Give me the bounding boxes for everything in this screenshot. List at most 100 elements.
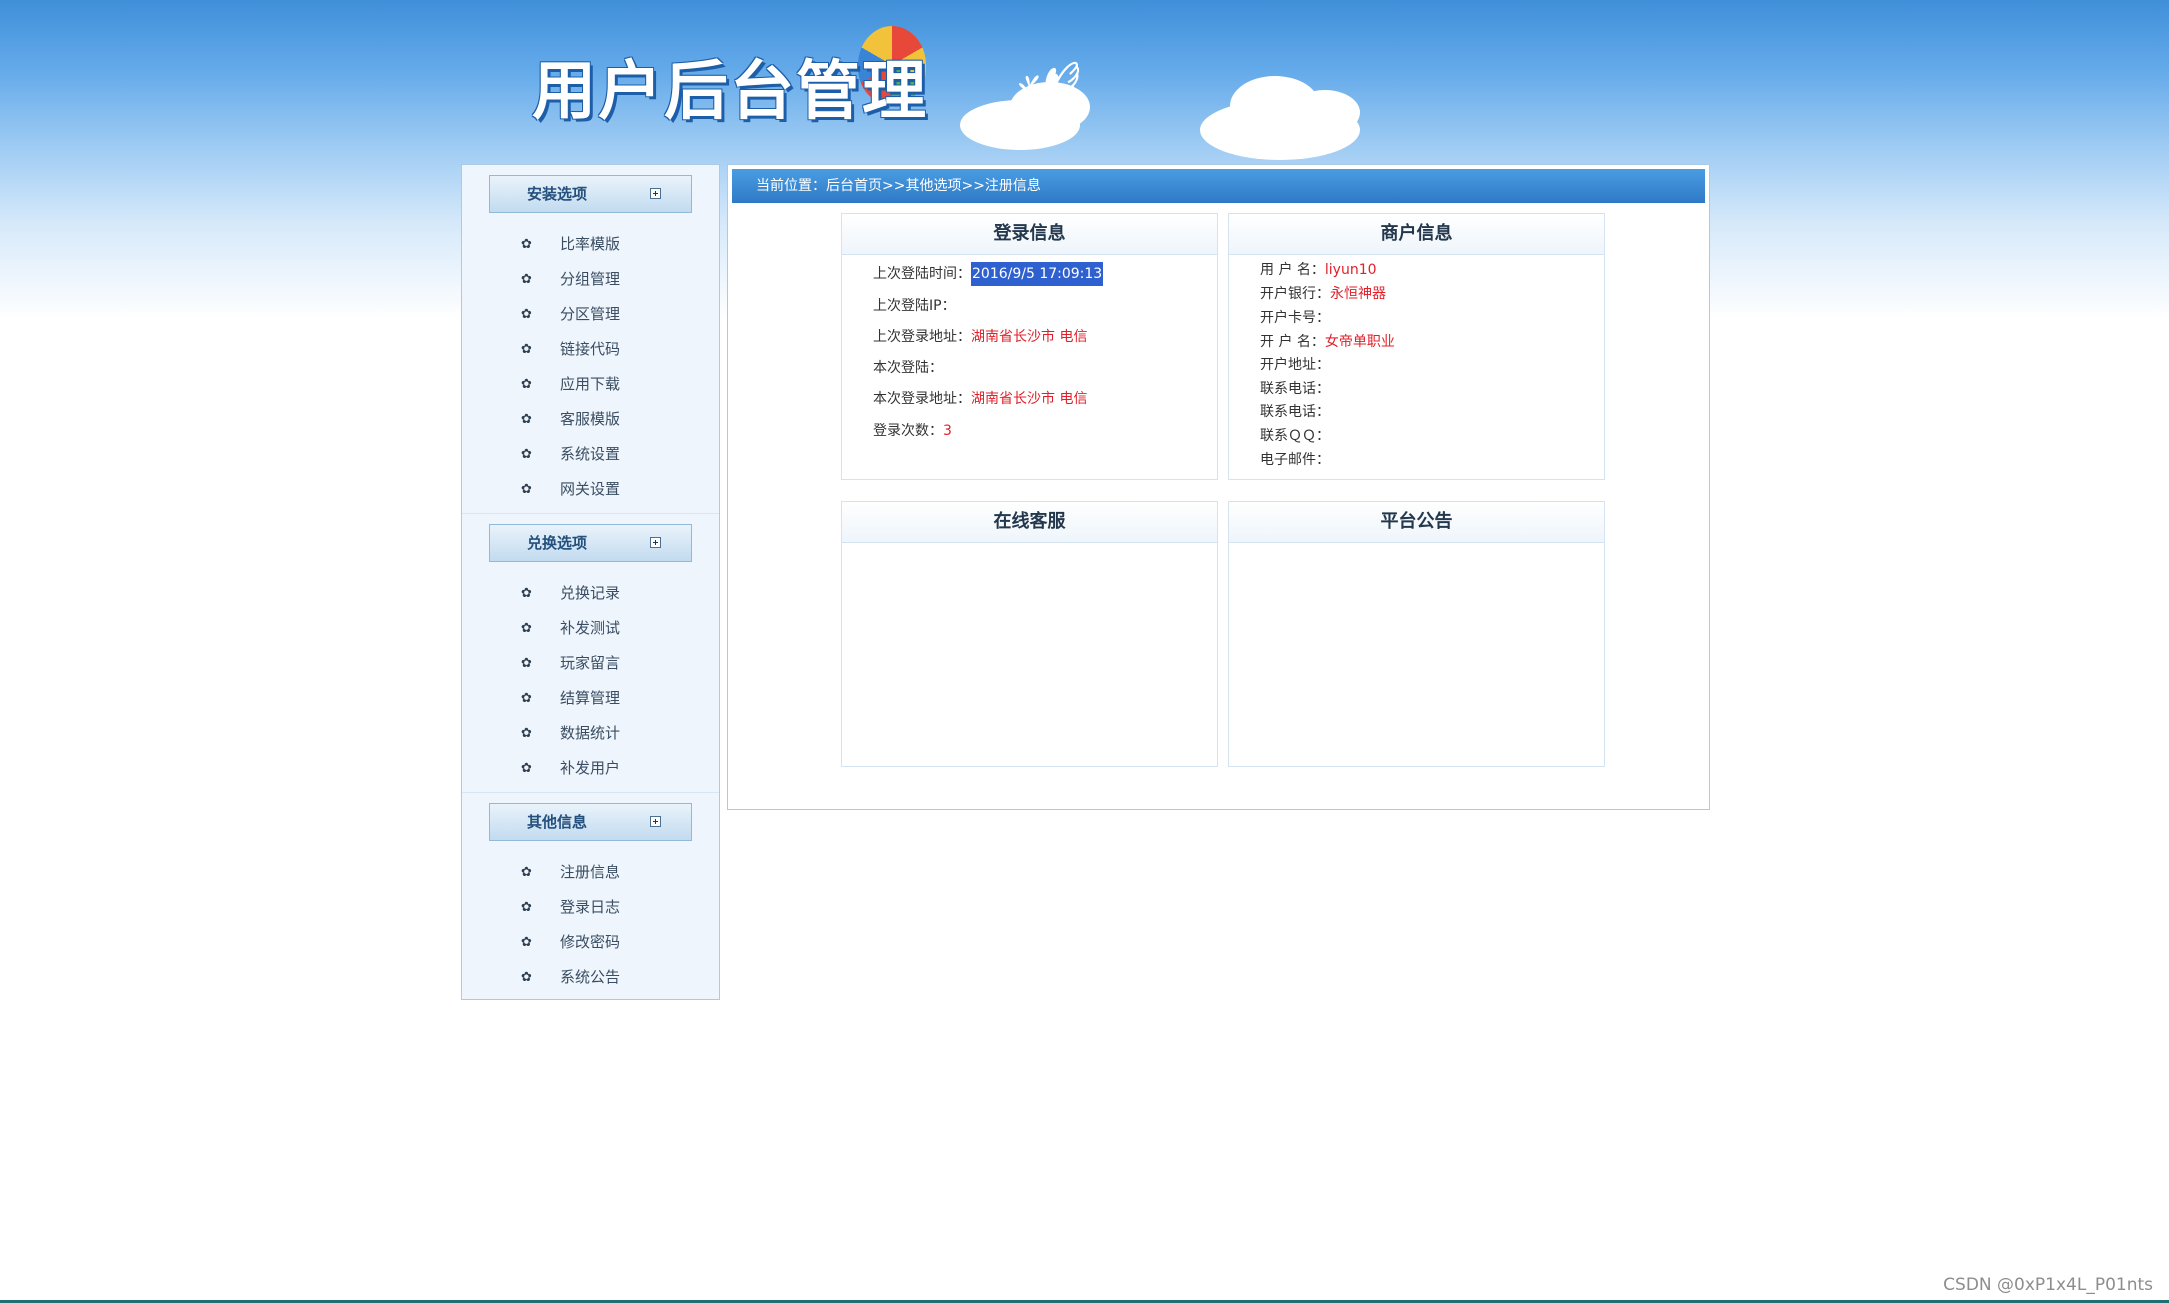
section-title: 兑换选项 <box>527 534 588 552</box>
section-header-exchange[interactable]: 兑换选项 <box>489 524 692 562</box>
sidebar-section-install: 安装选项 ✿ 比率模版 ✿ 分组管理 ✿ 分区管理 ✿ 链接代码 ✿ 应用下载 ✿ 客服模版… <box>462 165 719 514</box>
sidebar-item-label[interactable]: 补发用户 <box>526 759 620 777</box>
sidebar-item-label[interactable]: 系统公告 <box>526 968 620 986</box>
section-title: 其他信息 <box>527 813 588 831</box>
field-label: 联系电话： <box>1260 381 1330 397</box>
sidebar-item-label[interactable]: 结算管理 <box>526 689 620 707</box>
account-name-value: 女帝单职业 <box>1324 334 1395 350</box>
sidebar-item-label[interactable]: 玩家留言 <box>526 654 620 672</box>
sidebar-item-label[interactable]: 分组管理 <box>526 270 620 288</box>
field-label: 开 户 名： <box>1260 334 1325 350</box>
gear-icon: ✿ <box>521 237 532 252</box>
field-label: 开户卡号： <box>1260 310 1330 326</box>
sidebar-item-label[interactable]: 系统设置 <box>526 445 620 463</box>
sidebar-item[interactable]: ✿ 玩家留言 <box>462 646 719 681</box>
this-login-addr-value: 湖南省长沙市 电信 <box>971 391 1088 407</box>
login-count-value: 3 <box>943 423 952 439</box>
sidebar-item[interactable]: ✿ 注册信息 <box>462 855 719 890</box>
watermark: CSDN @0xP1x4L_P01nts <box>1943 1275 2153 1295</box>
gear-icon: ✿ <box>521 691 532 706</box>
sidebar-item[interactable]: ✿ 登录日志 <box>462 890 719 925</box>
sidebar-item[interactable]: ✿ 数据统计 <box>462 716 719 751</box>
last-login-addr-row: 上次登录地址：湖南省长沙市 电信 <box>873 326 1087 346</box>
site-title: 用户后台管理 <box>532 55 928 129</box>
sidebar-item[interactable]: ✿ 兑换记录 <box>462 576 719 611</box>
this-login-addr-row: 本次登录地址：湖南省长沙市 电信 <box>873 388 1087 408</box>
sidebar-item[interactable]: ✿ 结算管理 <box>462 681 719 716</box>
main-content: 当前位置：后台首页>>其他选项>>注册信息 登录信息 上次登陆时间：2016/9… <box>727 164 1710 810</box>
phone1-row: 联系电话： <box>1260 378 1330 398</box>
last-login-time-value: 2016/9/5 17:09:13 <box>971 262 1104 286</box>
gear-icon: ✿ <box>521 726 532 741</box>
phone2-row: 联系电话： <box>1260 401 1330 421</box>
last-login-time-row: 上次登陆时间：2016/9/5 17:09:13 <box>873 262 1104 286</box>
sidebar-item[interactable]: ✿ 客服模版 <box>462 402 719 437</box>
last-login-addr-value: 湖南省长沙市 电信 <box>971 329 1088 345</box>
field-label: 电子邮件： <box>1260 452 1330 468</box>
gear-icon: ✿ <box>521 935 532 950</box>
bank-row: 开户银行：永恒神器 <box>1260 283 1386 303</box>
merchant-info-panel: 商户信息 用 户 名：liyun10 开户银行：永恒神器 开户卡号： 开 户 名… <box>1228 213 1605 480</box>
sidebar-item[interactable]: ✿ 系统设置 <box>462 437 719 472</box>
field-label: 本次登陆： <box>873 360 943 376</box>
sidebar-item-label[interactable]: 应用下载 <box>526 375 620 393</box>
sidebar-item[interactable]: ✿ 补发测试 <box>462 611 719 646</box>
gear-icon: ✿ <box>521 447 532 462</box>
sidebar-item-label[interactable]: 网关设置 <box>526 480 620 498</box>
online-service-panel: 在线客服 <box>841 501 1218 767</box>
sidebar-item[interactable]: ✿ 补发用户 <box>462 751 719 786</box>
expand-plus-icon[interactable] <box>650 816 661 827</box>
gear-icon: ✿ <box>521 621 532 636</box>
sidebar-item-label[interactable]: 登录日志 <box>526 898 620 916</box>
sidebar-item-label[interactable]: 比率模版 <box>526 235 620 253</box>
breadcrumb: 当前位置：后台首页>>其他选项>>注册信息 <box>732 169 1705 203</box>
sidebar-item[interactable]: ✿ 分组管理 <box>462 262 719 297</box>
username-row: 用 户 名：liyun10 <box>1260 259 1377 279</box>
panel-title: 在线客服 <box>842 502 1217 543</box>
sidebar-item[interactable]: ✿ 修改密码 <box>462 925 719 960</box>
panel-title: 商户信息 <box>1229 214 1604 255</box>
sidebar-item[interactable]: ✿ 应用下载 <box>462 367 719 402</box>
field-label: 本次登录地址： <box>873 391 971 407</box>
field-label: 上次登陆时间： <box>873 266 971 282</box>
sidebar-item-label[interactable]: 数据统计 <box>526 724 620 742</box>
expand-plus-icon[interactable] <box>650 188 661 199</box>
qq-row: 联系ＱＱ： <box>1260 425 1330 445</box>
gear-icon: ✿ <box>521 761 532 776</box>
sidebar-item-label[interactable]: 链接代码 <box>526 340 620 358</box>
sidebar-item-label[interactable]: 注册信息 <box>526 863 620 881</box>
field-label: 上次登陆IP： <box>873 298 956 314</box>
sidebar-section-other: 其他信息 ✿ 注册信息 ✿ 登录日志 ✿ 修改密码 ✿ 系统公告 <box>462 793 719 1001</box>
field-label: 联系电话： <box>1260 404 1330 420</box>
panel-title: 登录信息 <box>842 214 1217 255</box>
sidebar-item-label[interactable]: 修改密码 <box>526 933 620 951</box>
sidebar-item[interactable]: ✿ 链接代码 <box>462 332 719 367</box>
panel-title: 平台公告 <box>1229 502 1604 543</box>
sidebar-item-label[interactable]: 分区管理 <box>526 305 620 323</box>
gear-icon: ✿ <box>521 586 532 601</box>
gear-icon: ✿ <box>521 900 532 915</box>
cloud-decoration <box>1290 90 1360 135</box>
gear-icon: ✿ <box>521 307 532 322</box>
sidebar: 安装选项 ✿ 比率模版 ✿ 分组管理 ✿ 分区管理 ✿ 链接代码 ✿ 应用下载 ✿ 客服模版… <box>461 164 720 1000</box>
sidebar-item[interactable]: ✿ 系统公告 <box>462 960 719 995</box>
expand-plus-icon[interactable] <box>650 537 661 548</box>
gear-icon: ✿ <box>521 272 532 287</box>
sidebar-item[interactable]: ✿ 分区管理 <box>462 297 719 332</box>
announcement-panel: 平台公告 <box>1228 501 1605 767</box>
section-header-other[interactable]: 其他信息 <box>489 803 692 841</box>
section-title: 安装选项 <box>527 185 588 203</box>
field-label: 上次登录地址： <box>873 329 971 345</box>
gear-icon: ✿ <box>521 412 532 427</box>
sidebar-section-exchange: 兑换选项 ✿ 兑换记录 ✿ 补发测试 ✿ 玩家留言 ✿ 结算管理 ✿ 数据统计 ✿ 补发用户 <box>462 514 719 793</box>
sidebar-item-label[interactable]: 补发测试 <box>526 619 620 637</box>
field-label: 登录次数： <box>873 423 943 439</box>
section-header-install[interactable]: 安装选项 <box>489 175 692 213</box>
sidebar-item-label[interactable]: 客服模版 <box>526 410 620 428</box>
gear-icon: ✿ <box>521 377 532 392</box>
last-login-ip-row: 上次登陆IP： <box>873 295 956 315</box>
sidebar-item-label[interactable]: 兑换记录 <box>526 584 620 602</box>
sidebar-item[interactable]: ✿ 比率模版 <box>462 227 719 262</box>
sidebar-item[interactable]: ✿ 网关设置 <box>462 472 719 507</box>
card-row: 开户卡号： <box>1260 307 1330 327</box>
